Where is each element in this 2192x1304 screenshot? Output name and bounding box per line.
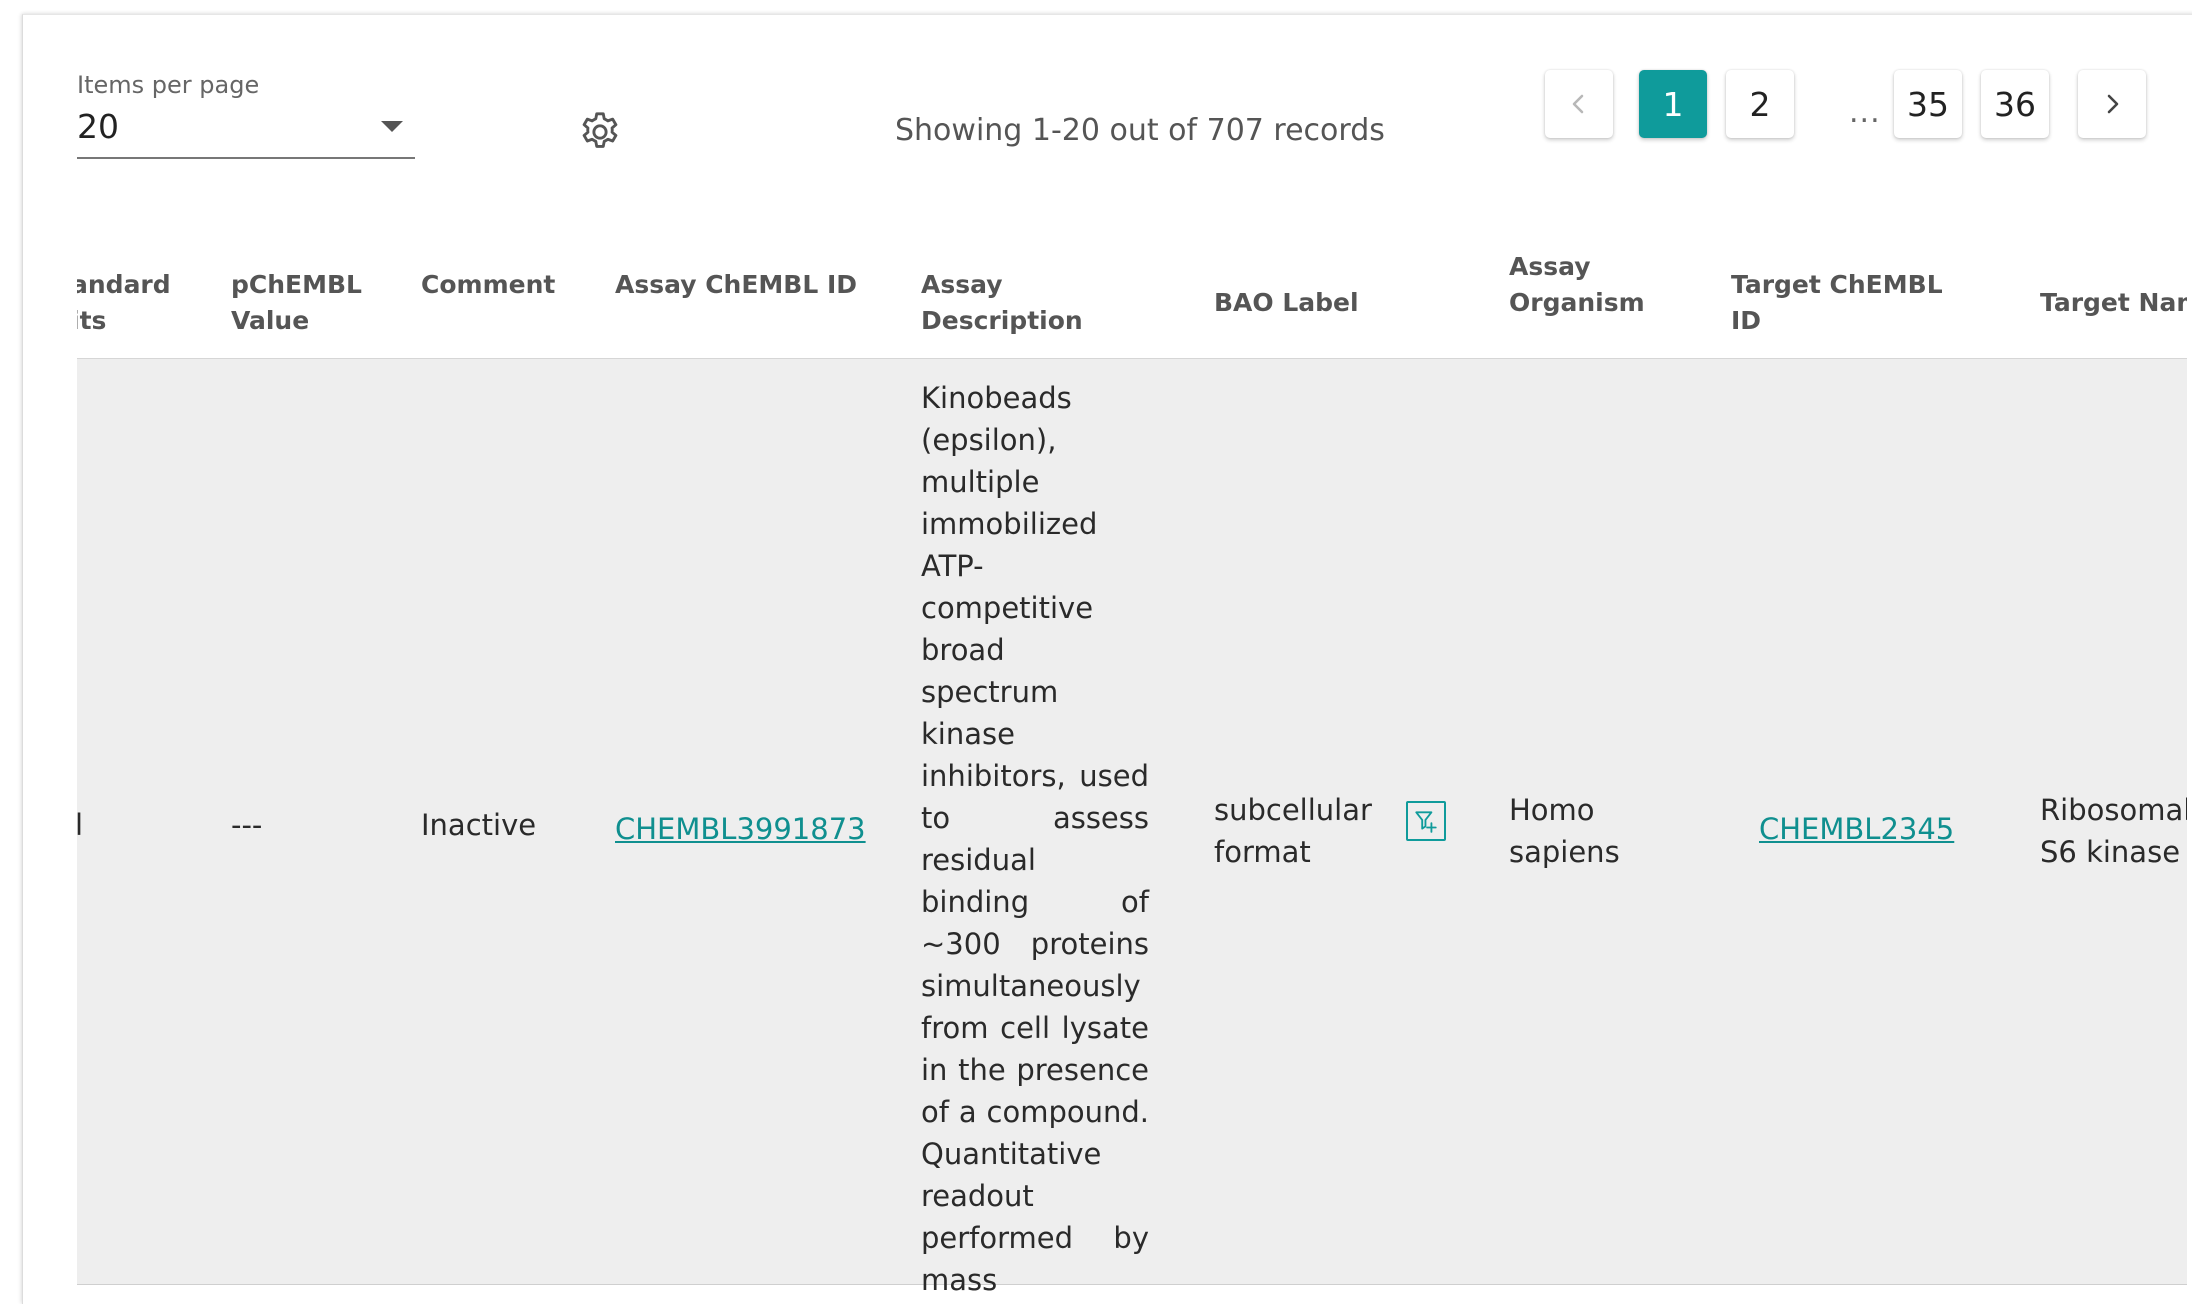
previous-page-button[interactable] bbox=[1545, 70, 1613, 138]
cell-bao-label: subcellular format bbox=[1214, 789, 1372, 873]
header-line: Assay bbox=[1509, 252, 1591, 281]
page-36-button[interactable]: 36 bbox=[1981, 70, 2049, 138]
table-row: l --- Inactive CHEMBL3991873 Kinobeads (… bbox=[77, 359, 2187, 1295]
header-line: Value bbox=[231, 306, 310, 335]
header-line: ID bbox=[1731, 306, 1762, 335]
header-line: Description bbox=[921, 306, 1083, 335]
cell-line: subcellular bbox=[1214, 793, 1372, 827]
column-header-standard-units[interactable]: andard its bbox=[77, 267, 171, 339]
records-count-text: Showing 1-20 out of 707 records bbox=[895, 113, 1385, 148]
header-line: Target ChEMBL bbox=[1731, 270, 1943, 299]
page-2-button[interactable]: 2 bbox=[1726, 70, 1794, 138]
next-page-button[interactable] bbox=[2078, 70, 2146, 138]
header-line: Organism bbox=[1509, 288, 1645, 317]
table-header-row: andard its pChEMBL Value Comment Assay C… bbox=[77, 233, 2187, 359]
page-35-button[interactable]: 35 bbox=[1894, 70, 1962, 138]
cell-line: format bbox=[1214, 835, 1311, 869]
items-per-page-select[interactable]: 20 bbox=[77, 105, 415, 159]
column-header-comment[interactable]: Comment bbox=[421, 267, 555, 303]
header-line: pChEMBL bbox=[231, 270, 362, 299]
column-header-assay-description[interactable]: Assay Description bbox=[921, 267, 1083, 339]
cell-line: sapiens bbox=[1509, 835, 1620, 869]
filter-plus-icon bbox=[1415, 811, 1437, 833]
chevron-left-icon bbox=[1572, 94, 1584, 114]
page-1-button[interactable]: 1 bbox=[1639, 70, 1707, 138]
chevron-right-icon bbox=[2107, 94, 2119, 114]
items-per-page-label: Items per page bbox=[77, 71, 260, 99]
cell-assay-organism: Homo sapiens bbox=[1509, 789, 1620, 873]
header-line: andard bbox=[77, 270, 171, 299]
header-line: its bbox=[77, 306, 107, 335]
assay-chembl-id-link[interactable]: CHEMBL3991873 bbox=[615, 808, 866, 850]
caret-down-icon bbox=[381, 121, 403, 132]
activity-table: andard its pChEMBL Value Comment Assay C… bbox=[77, 233, 2187, 1295]
pagination-ellipsis: ... bbox=[1849, 95, 1881, 130]
cell-line: Homo bbox=[1509, 793, 1595, 827]
column-header-assay-chembl-id[interactable]: Assay ChEMBL ID bbox=[615, 267, 857, 303]
filter-by-bao-label-button[interactable] bbox=[1406, 801, 1446, 841]
column-header-target-chembl-id[interactable]: Target ChEMBL ID bbox=[1731, 267, 1943, 339]
gear-icon bbox=[582, 112, 618, 148]
header-line: Assay bbox=[921, 270, 1003, 299]
column-header-pchembl-value[interactable]: pChEMBL Value bbox=[231, 267, 362, 339]
column-header-assay-organism[interactable]: Assay Organism bbox=[1509, 249, 1645, 321]
target-chembl-id-link[interactable]: CHEMBL2345 bbox=[1759, 808, 1954, 850]
cell-target-name: Ribosomal S6 kinase al bbox=[2040, 789, 2187, 873]
items-per-page-value: 20 bbox=[77, 107, 119, 146]
cell-assay-description: Kinobeads (epsilon), multiple immobilize… bbox=[921, 381, 1149, 1295]
column-header-bao-label[interactable]: BAO Label bbox=[1214, 285, 1359, 321]
cell-pchembl-value: --- bbox=[231, 808, 263, 842]
cell-line: Ribosomal bbox=[2040, 793, 2187, 827]
cell-line: S6 kinase al bbox=[2040, 835, 2187, 869]
cell-comment: Inactive bbox=[421, 808, 537, 842]
table-settings-button[interactable] bbox=[577, 109, 623, 155]
column-header-target-name[interactable]: Target Name bbox=[2040, 285, 2187, 321]
activity-table-card: Items per page 20 Showing 1-20 out of 70… bbox=[22, 14, 2192, 1304]
cell-standard-units: l bbox=[77, 808, 84, 842]
